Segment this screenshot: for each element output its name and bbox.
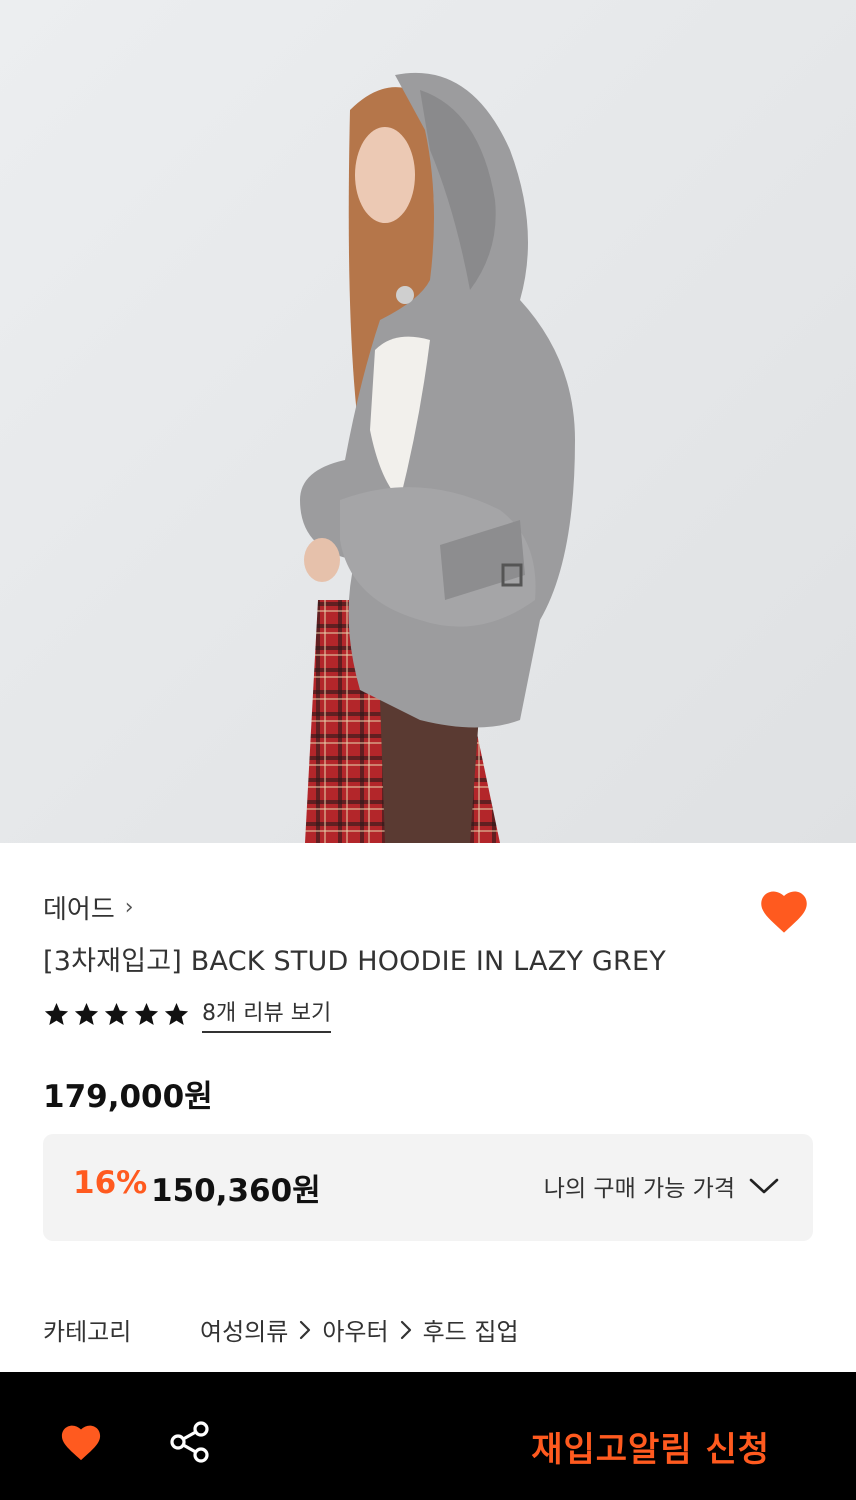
category-breadcrumb: 여성의류 아우터 후드 집업 xyxy=(200,1312,519,1347)
my-price-toggle[interactable]: 나의 구매 가능 가격 xyxy=(544,1169,779,1203)
rating-row: 8개 리뷰 보기 xyxy=(43,995,332,1033)
category-item[interactable]: 후드 집업 xyxy=(423,1312,519,1347)
price-box[interactable]: 16% 150,360원 나의 구매 가능 가격 xyxy=(43,1134,813,1241)
share-icon xyxy=(170,1421,209,1463)
brand-name: 데어드 xyxy=(43,895,115,925)
discount-rate: 16% xyxy=(73,1165,148,1201)
product-image[interactable] xyxy=(0,0,856,843)
star-icon xyxy=(44,1002,69,1025)
product-detail-page: 데어드 › [3차재입고] BACK STUD HOODIE IN LAZY G… xyxy=(0,0,856,1500)
share-button[interactable] xyxy=(168,1420,212,1464)
chevron-right-icon: › xyxy=(124,895,134,920)
star-icon xyxy=(74,1002,99,1025)
category-label: 카테고리 xyxy=(43,1318,132,1346)
bottom-action-bar: 재입고알림 신청 xyxy=(0,1372,856,1500)
star-icon xyxy=(104,1002,129,1025)
chevron-right-icon xyxy=(399,1319,413,1341)
chevron-down-icon xyxy=(749,1178,779,1194)
product-photo-illustration xyxy=(0,0,856,843)
category-item[interactable]: 아우터 xyxy=(322,1312,388,1347)
sale-price: 150,360원 xyxy=(151,1173,321,1209)
product-info: 데어드 › [3차재입고] BACK STUD HOODIE IN LAZY G… xyxy=(0,843,856,1372)
restock-alert-button[interactable]: 재입고알림 신청 xyxy=(531,1422,770,1471)
rating-stars xyxy=(43,1001,190,1028)
brand-link[interactable]: 데어드 › xyxy=(43,889,134,926)
product-title: [3차재입고] BACK STUD HOODIE IN LAZY GREY xyxy=(43,946,666,977)
category-item[interactable]: 여성의류 xyxy=(200,1312,288,1347)
heart-icon xyxy=(61,1425,101,1461)
category-row: 카테고리 여성의류 아우터 후드 집업 xyxy=(43,1312,519,1347)
review-link[interactable]: 8개 리뷰 보기 xyxy=(202,995,332,1033)
my-price-label: 나의 구매 가능 가격 xyxy=(543,1176,735,1202)
original-price: 179,000원 xyxy=(43,1079,213,1115)
star-icon xyxy=(164,1002,189,1025)
heart-icon xyxy=(761,891,807,933)
bottom-wishlist-button[interactable] xyxy=(59,1422,103,1462)
wishlist-button[interactable] xyxy=(758,887,810,935)
chevron-right-icon xyxy=(298,1319,312,1341)
star-icon xyxy=(134,1002,159,1025)
